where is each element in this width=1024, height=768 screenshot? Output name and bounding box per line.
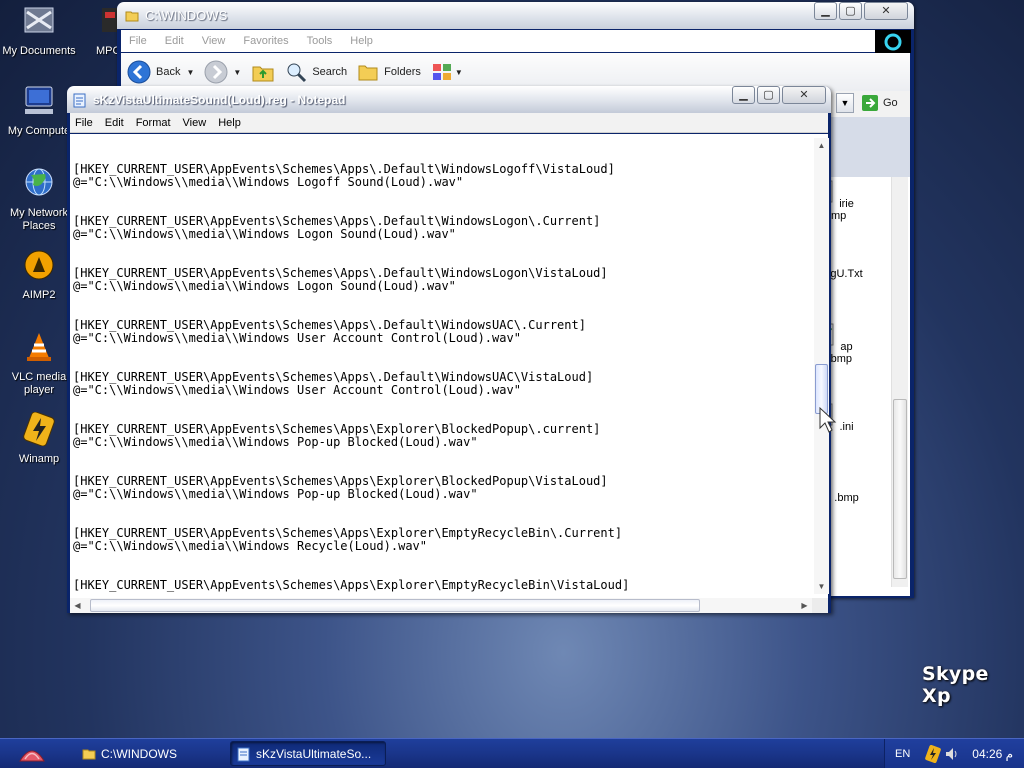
menu-edit[interactable]: Edit (105, 117, 124, 129)
my-computer-icon (25, 86, 53, 114)
taskbar-button-label: C:\WINDOWS (101, 746, 177, 761)
notepad-title: sKzVistaUltimateSound(Loud).reg - Notepa… (93, 92, 346, 107)
scroll-down-arrow-icon[interactable]: ▼ (814, 579, 829, 594)
notepad-horizontal-scrollbar[interactable]: ◀ ▶ (70, 598, 812, 613)
explorer-vertical-scrollbar[interactable] (891, 177, 908, 587)
taskbar: C:\WINDOWS sKzVistaUltimateSo... EN 04:2… (0, 738, 1024, 768)
notepad-titlebar[interactable]: sKzVistaUltimateSound(Loud).reg - Notepa… (67, 86, 831, 113)
desktop-icon-label: My Documents (2, 45, 76, 57)
close-icon: ✕ (799, 88, 809, 101)
go-label: Go (883, 97, 898, 109)
language-indicator[interactable]: EN (895, 748, 910, 760)
search-icon (287, 63, 307, 83)
minimize-icon: ▁ (821, 4, 830, 17)
menu-edit[interactable]: Edit (165, 35, 184, 47)
address-dropdown-button[interactable]: ▼ (836, 93, 854, 113)
globe-icon (25, 168, 53, 196)
back-arrow-icon (127, 60, 151, 84)
vlc-cone-icon (27, 333, 51, 361)
notepad-window[interactable]: sKzVistaUltimateSound(Loud).reg - Notepa… (67, 86, 831, 613)
minimize-icon: ▁ (739, 88, 748, 101)
menu-file[interactable]: File (75, 117, 93, 129)
minimize-button[interactable]: ▁ (732, 86, 755, 104)
forward-dropdown-icon[interactable]: ▼ (233, 68, 241, 77)
folders-icon (358, 65, 378, 81)
close-button[interactable]: ✕ (782, 86, 826, 104)
my-documents-icon (24, 7, 54, 33)
menu-view[interactable]: View (202, 35, 226, 47)
start-button[interactable] (14, 742, 50, 766)
back-button[interactable]: Back ▼ (127, 60, 194, 84)
menu-format[interactable]: Format (136, 117, 171, 129)
winamp-tray-icon[interactable] (924, 745, 942, 763)
taskbar-button-explorer[interactable]: C:\WINDOWS (76, 741, 224, 766)
menu-favorites[interactable]: Favorites (243, 35, 288, 47)
registry-file-content[interactable]: [HKEY_CURRENT_USER\AppEvents\Schemes\App… (73, 137, 813, 592)
file-name: .bmp (834, 492, 859, 504)
menu-help[interactable]: Help (350, 35, 373, 47)
close-icon: ✕ (881, 4, 891, 17)
menu-tools[interactable]: Tools (307, 35, 333, 47)
skype-xp-watermark: Skype Xp (922, 663, 989, 707)
forward-arrow-icon (204, 60, 228, 84)
views-button[interactable]: ▼ (431, 61, 463, 83)
scrollbar-thumb[interactable] (90, 599, 700, 612)
resize-grip[interactable] (812, 598, 828, 613)
back-dropdown-icon[interactable]: ▼ (186, 68, 194, 77)
taskbar-button-notepad[interactable]: sKzVistaUltimateSo... (230, 741, 386, 766)
file-name: gU.Txt (830, 268, 863, 280)
explorer-titlebar[interactable]: C:\WINDOWS (117, 2, 914, 29)
menu-help[interactable]: Help (218, 117, 241, 129)
up-folder-icon (252, 66, 274, 82)
scroll-right-arrow-icon[interactable]: ▶ (797, 598, 812, 613)
close-button[interactable]: ✕ (864, 2, 908, 20)
maximize-button[interactable]: ▢ (757, 86, 780, 104)
notepad-vertical-scrollbar[interactable]: ▲ ▼ (814, 138, 829, 594)
scroll-left-arrow-icon[interactable]: ◀ (70, 598, 85, 613)
folder-icon (82, 749, 96, 759)
explorer-title: C:\WINDOWS (145, 8, 228, 23)
search-label: Search (312, 66, 348, 78)
scrollbar-thumb[interactable] (893, 399, 907, 579)
views-dropdown-icon: ▼ (454, 67, 463, 77)
menu-file[interactable]: File (129, 35, 147, 47)
maximize-icon: ▢ (763, 88, 774, 101)
notepad-menubar: File Edit Format View Help (70, 113, 828, 133)
folders-button[interactable]: Folders (357, 61, 421, 83)
start-orb-icon (19, 750, 45, 762)
go-button[interactable]: Go (861, 94, 898, 112)
file-name: .ini (839, 421, 854, 433)
forward-button[interactable]: ▼ (204, 60, 241, 84)
winamp-bolt-icon (23, 411, 55, 447)
go-arrow-icon (862, 95, 878, 111)
minimize-button[interactable]: ▁ (814, 2, 837, 20)
folder-icon (125, 11, 139, 21)
menu-view[interactable]: View (183, 117, 207, 129)
throbber-ring-icon (884, 33, 902, 50)
maximize-icon: ▢ (845, 4, 856, 17)
search-button[interactable]: Search (285, 61, 347, 83)
notepad-text-area[interactable]: [HKEY_CURRENT_USER\AppEvents\Schemes\App… (70, 134, 828, 598)
chevron-down-icon: ▼ (840, 98, 850, 108)
notepad-icon (237, 747, 250, 761)
explorer-menubar: File Edit View Favorites Tools Help (121, 30, 875, 52)
mouse-pointer-icon (819, 406, 837, 433)
windows-throbber-logo (875, 30, 911, 53)
volume-icon[interactable] (944, 745, 962, 763)
back-label: Back (156, 66, 181, 78)
maximize-button[interactable]: ▢ (839, 2, 862, 20)
folders-label: Folders (384, 66, 421, 78)
views-icon (432, 64, 451, 80)
system-tray: EN 04:26 ‏م (884, 739, 1024, 768)
scroll-up-arrow-icon[interactable]: ▲ (814, 138, 829, 153)
desktop-icon-my-documents[interactable]: My Documents (0, 4, 78, 58)
notepad-icon (73, 93, 86, 107)
aimp2-icon (24, 250, 54, 280)
clock[interactable]: 04:26 ‏م (972, 747, 1013, 761)
taskbar-button-label: sKzVistaUltimateSo... (256, 746, 372, 761)
up-folder-button[interactable] (251, 60, 275, 84)
